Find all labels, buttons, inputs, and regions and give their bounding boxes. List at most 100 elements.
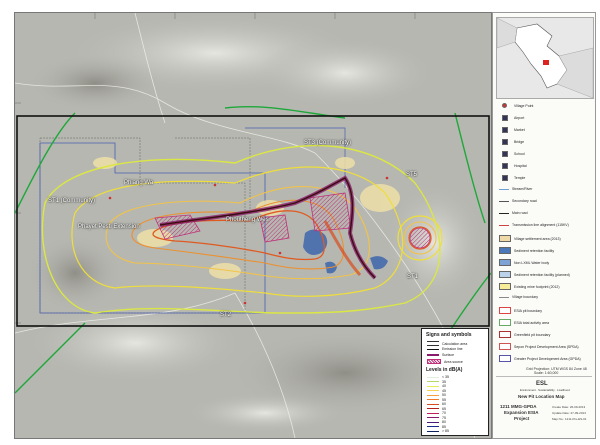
legend-label: Sediment retention facility bbox=[514, 248, 555, 253]
legend-label: Secondary road bbox=[512, 199, 537, 203]
legend-item: Village Point bbox=[499, 103, 533, 108]
legend-item: Secondary road bbox=[499, 199, 537, 203]
place-label: ST1 bbox=[407, 274, 419, 280]
noise-level-swatch bbox=[427, 381, 439, 382]
legend-item: Sediment retention facility (planned) bbox=[499, 271, 570, 278]
place-label: ST5 bbox=[406, 172, 418, 178]
noise-level-row: 50 bbox=[427, 393, 446, 397]
legend-swatch bbox=[499, 259, 511, 266]
legend-label: Transmission line alignment (115KV) bbox=[512, 223, 569, 227]
legend-label: ESIA pit boundary bbox=[514, 308, 543, 313]
noise-level-label: 45 bbox=[442, 388, 446, 393]
legend-label: ESIA total activity area bbox=[514, 320, 550, 325]
legend-swatch bbox=[499, 188, 509, 190]
noise-level-label: > 85 bbox=[442, 429, 449, 433]
noise-level-label: 40 bbox=[442, 384, 446, 388]
title-block: Grid Projection: UTM WGS 84 Zone 48 Scal… bbox=[496, 367, 592, 435]
create-date: Create Date: 26-09-2013 bbox=[552, 405, 586, 409]
place-label: ST3 (Community) bbox=[304, 140, 352, 146]
map-number: Map No.: 1211-Pre-ES-01 bbox=[552, 417, 587, 421]
noise-level-label: 50 bbox=[442, 393, 446, 397]
legend-item: Village boundary bbox=[499, 295, 538, 299]
noise-level-swatch bbox=[427, 385, 439, 387]
legend-swatch bbox=[502, 103, 507, 108]
legend-label: Temple bbox=[514, 176, 526, 180]
noise-level-swatch bbox=[427, 417, 439, 418]
legend-label: Greater Project Development Area (GPDA) bbox=[514, 356, 581, 361]
noise-level-row: < 35 bbox=[427, 375, 449, 379]
symbol-calculation-area: Calculation area bbox=[427, 341, 467, 346]
noise-legend: Signs and symbols Calculation area Emiss… bbox=[421, 328, 489, 436]
company-name: ESL bbox=[536, 381, 548, 387]
noise-level-swatch bbox=[427, 399, 439, 400]
place-label: Phiang Wa bbox=[124, 180, 154, 186]
noise-level-label: 65 bbox=[442, 406, 446, 411]
project-line-1: 1211 MMG-GPDA bbox=[500, 404, 537, 409]
legend-item: ESIA pit boundary bbox=[499, 307, 542, 314]
legend-item: Main road bbox=[499, 211, 528, 215]
legend-item: Temple bbox=[499, 175, 525, 181]
legend-icon bbox=[502, 163, 508, 169]
legend-swatch bbox=[499, 355, 511, 362]
noise-level-swatch bbox=[427, 430, 439, 432]
noise-level-swatch bbox=[427, 390, 439, 391]
noise-level-swatch bbox=[427, 426, 439, 427]
legend-label: Sepon Project Development Area (SPDA) bbox=[514, 344, 579, 349]
symbol-emission-line: Emission line bbox=[427, 347, 463, 351]
symbol-surface: Surface bbox=[427, 353, 454, 357]
noise-level-row: 60 bbox=[427, 402, 446, 406]
project-line-2: Expansion ESIA bbox=[504, 410, 539, 415]
noise-level-swatch bbox=[427, 394, 439, 396]
noise-level-label: 85 bbox=[442, 424, 446, 429]
noise-level-row: 75 bbox=[427, 416, 446, 420]
legend-item: Stream/River bbox=[499, 187, 532, 191]
legend-label: School bbox=[514, 152, 525, 156]
legend-sidebar: Village Point Airport Market Bridge School Ho… bbox=[492, 12, 596, 439]
noise-level-swatch bbox=[427, 421, 439, 423]
location-inset-map bbox=[496, 17, 594, 99]
legend-item: Bridge bbox=[499, 139, 524, 145]
company-sub: Environment · Sustainability · Livelihoo… bbox=[520, 388, 570, 392]
legend-label: Hospital bbox=[514, 164, 527, 168]
legend-swatch bbox=[499, 319, 511, 326]
legend-item: ESIA total activity area bbox=[499, 319, 549, 326]
noise-level-label: 75 bbox=[442, 415, 446, 420]
legend-item: Non LXML Water body bbox=[499, 259, 549, 266]
legend-item: Greenfield pit boundary bbox=[499, 331, 550, 338]
noise-level-swatch bbox=[427, 408, 439, 409]
map-title: New Pit Location Map bbox=[518, 394, 565, 399]
legend-label: Greenfield pit boundary bbox=[514, 332, 551, 337]
legend-swatch bbox=[499, 200, 509, 202]
noise-level-row: 35 bbox=[427, 380, 446, 384]
noise-level-row: 85 bbox=[427, 425, 446, 429]
legend-item: Sediment retention facility bbox=[499, 247, 554, 254]
legend-icon bbox=[502, 115, 508, 121]
noise-level-swatch bbox=[427, 403, 439, 405]
symbol-area-source: Area source bbox=[427, 359, 463, 364]
map-sheet: Phiang Wa Phoutheng Wes Phayet Pesti Exten… bbox=[0, 0, 600, 445]
scale-text: Scale: 1:60,000 bbox=[534, 371, 559, 375]
legend-item: Airport bbox=[499, 115, 524, 121]
noise-level-swatch bbox=[427, 376, 439, 378]
legend-label: Existing mine footprint (2012) bbox=[514, 284, 560, 289]
noise-legend-title: Signs and symbols bbox=[426, 332, 472, 338]
legend-icon bbox=[502, 175, 508, 181]
legend-label: Village Point bbox=[514, 103, 534, 108]
noise-level-row: 80 bbox=[427, 420, 446, 424]
noise-level-row: 45 bbox=[427, 389, 446, 393]
legend-label: Bridge bbox=[514, 140, 525, 144]
noise-level-label: 55 bbox=[442, 397, 446, 402]
noise-level-label: 60 bbox=[442, 402, 446, 406]
update-date: Update Date: 27-09-2013 bbox=[552, 411, 586, 415]
noise-level-row: 70 bbox=[427, 411, 446, 415]
legend-icon bbox=[502, 139, 508, 145]
legend-item: Greater Project Development Area (GPDA) bbox=[499, 355, 581, 362]
legend-swatch bbox=[499, 224, 509, 226]
levels-title: Levels in dB(A) bbox=[426, 367, 463, 373]
project-line-3: Project bbox=[514, 416, 530, 421]
place-label: ST1 (Community) bbox=[48, 198, 96, 204]
legend-swatch bbox=[499, 247, 511, 254]
legend-item: Market bbox=[499, 127, 525, 133]
place-label: ST2 bbox=[220, 312, 232, 318]
legend-label: Stream/River bbox=[512, 187, 533, 191]
